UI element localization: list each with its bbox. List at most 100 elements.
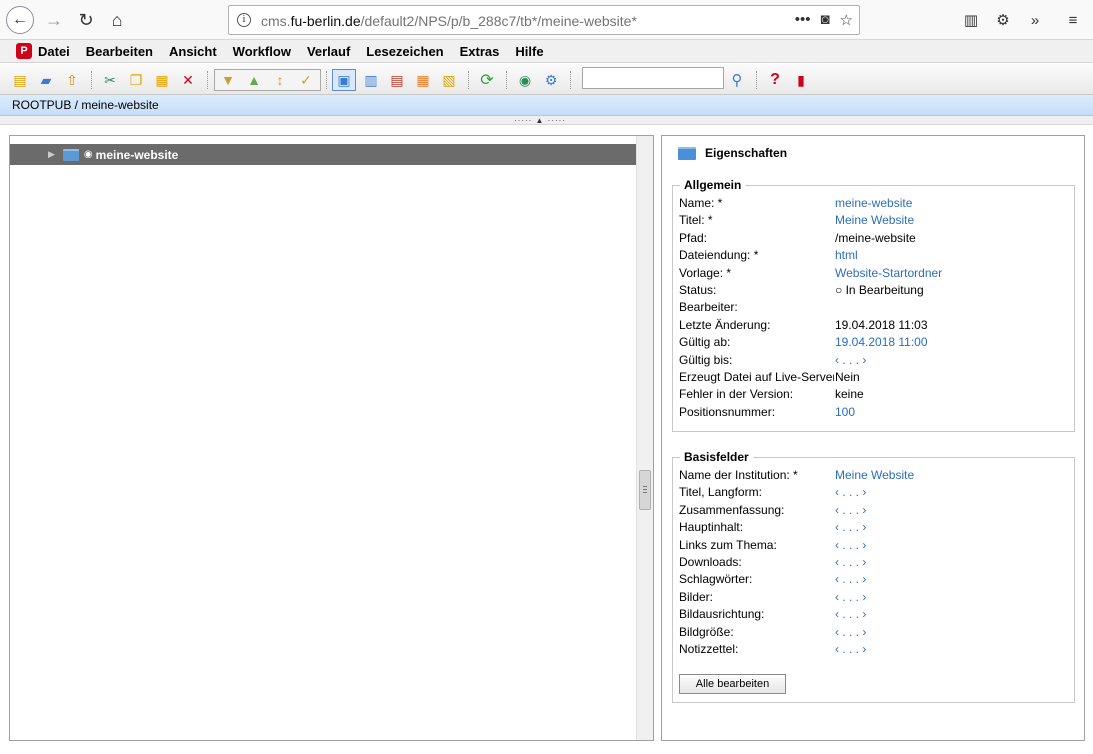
menu-extras[interactable]: Extras — [460, 44, 500, 59]
tree-item[interactable]: ▶ ◉ meine-website — [10, 144, 636, 165]
reload-icon[interactable]: ↻ — [72, 6, 100, 34]
page-actions-icon[interactable]: ••• — [795, 11, 811, 29]
property-label: Letzte Änderung: — [679, 317, 771, 332]
app-menubar: P Datei Bearbeiten Ansicht Workflow Verl… — [0, 40, 1093, 63]
pocket-icon[interactable]: ◙ — [820, 11, 829, 29]
column-view-icon[interactable]: ▥ — [362, 71, 380, 89]
property-row: Name: * meine-website — [679, 196, 1074, 213]
new-document-icon[interactable]: ▤ — [11, 71, 29, 89]
property-row: Schlagwörter: ‹ . . . › — [679, 572, 1074, 589]
copy-icon[interactable]: ❐ — [127, 71, 145, 89]
property-row: Bilder: ‹ . . . › — [679, 590, 1074, 607]
property-row: Hauptinhalt: ‹ . . . › — [679, 520, 1074, 537]
menu-bearbeiten[interactable]: Bearbeiten — [86, 44, 153, 59]
preview-eye-icon[interactable]: ◉ — [516, 71, 534, 89]
property-row: Gültig bis: ‹ . . . › — [679, 353, 1074, 370]
property-value[interactable]: ‹ . . . › — [835, 503, 866, 517]
site-info-icon[interactable]: i — [237, 13, 251, 27]
move-down-icon[interactable]: ▼ — [219, 71, 237, 89]
property-label: Bearbeiter: — [679, 300, 738, 315]
tile-view-icon[interactable]: ▦ — [414, 71, 432, 89]
property-value[interactable]: ‹ . . . › — [835, 485, 866, 499]
property-value[interactable]: ‹ . . . › — [835, 572, 866, 586]
property-value[interactable]: 19.04.2018 11:00 — [835, 335, 928, 349]
property-label: Gültig bis: — [679, 352, 733, 367]
url-text[interactable]: cms.fu-berlin.de/default2/NPS/p/b_288c7/… — [261, 13, 637, 29]
edit-all-button[interactable]: Alle bearbeiten — [679, 674, 786, 694]
home-icon[interactable]: ⌂ — [103, 6, 131, 34]
settings-gears-icon[interactable]: ⚙ — [542, 71, 560, 89]
property-row: Name der Institution: * Meine Website — [679, 468, 1074, 485]
move-up-icon[interactable]: ▲ — [245, 71, 263, 89]
property-label: Bildausrichtung: — [679, 607, 765, 622]
property-value[interactable]: ‹ . . . › — [835, 520, 866, 534]
tree-item-label: meine-website — [95, 147, 179, 162]
property-value[interactable]: ‹ . . . › — [835, 607, 866, 621]
tree-scrollbar[interactable] — [636, 136, 653, 740]
delete-icon[interactable]: ✕ — [179, 71, 197, 89]
property-label: Fehler in der Version: — [679, 387, 794, 402]
sidebar-toggle-icon[interactable]: ▥ — [960, 9, 982, 31]
upload-icon[interactable]: ⇧ — [63, 71, 81, 89]
cut-icon[interactable]: ✂ — [101, 71, 119, 89]
preview-view-icon[interactable]: ▧ — [440, 71, 458, 89]
scroll-thumb[interactable] — [639, 470, 651, 510]
hamburger-menu-icon[interactable]: ≡ — [1062, 9, 1084, 31]
property-label: Name: * — [679, 196, 723, 210]
property-value[interactable]: html — [835, 248, 858, 262]
back-arrow-icon[interactable]: ← — [6, 6, 34, 34]
menu-hilfe[interactable]: Hilfe — [515, 44, 543, 59]
property-label: Gültig ab: — [679, 335, 731, 350]
sort-icon[interactable]: ↕ — [271, 71, 289, 89]
url-bar[interactable]: i cms.fu-berlin.de/default2/NPS/p/b_288c… — [228, 5, 860, 35]
splitter-collapse-icon[interactable]: ····· ▲ ····· — [514, 116, 566, 125]
property-label: Bilder: — [679, 589, 714, 604]
property-value[interactable]: Meine Website — [835, 213, 914, 227]
property-row: Bildgröße: ‹ . . . › — [679, 625, 1074, 642]
property-row: Erzeugt Datei auf Live-Server: Nein — [679, 370, 1074, 387]
overflow-chevron-icon[interactable]: » — [1024, 9, 1046, 31]
help-icon[interactable]: ? — [766, 71, 784, 89]
property-label: Name der Institution: * — [679, 468, 798, 482]
paste-icon[interactable]: ▦ — [153, 71, 171, 89]
extension-gear-icon[interactable]: ⚙ — [992, 9, 1014, 31]
property-value[interactable]: ‹ . . . › — [835, 642, 866, 656]
breadcrumb: ROOTPUB / meine-website — [0, 95, 1093, 116]
property-value: Nein — [835, 370, 860, 384]
property-label: Status: — [679, 283, 717, 297]
property-value[interactable]: meine-website — [835, 196, 912, 210]
menu-lesezeichen[interactable]: Lesezeichen — [366, 44, 443, 59]
property-value: 19.04.2018 11:03 — [835, 317, 928, 332]
property-value[interactable]: ‹ . . . › — [835, 538, 866, 552]
search-input[interactable] — [582, 67, 724, 89]
property-label: Dateiendung: * — [679, 248, 759, 263]
property-value[interactable]: ‹ . . . › — [835, 625, 866, 639]
property-value[interactable]: Meine Website — [835, 468, 914, 482]
property-value[interactable]: ‹ . . . › — [835, 555, 866, 569]
app-logo-icon: P — [16, 43, 32, 59]
list-view-icon[interactable]: ▤ — [388, 71, 406, 89]
bookmark-star-icon[interactable]: ☆ — [840, 11, 853, 29]
property-value[interactable]: 100 — [835, 405, 855, 419]
menu-verlauf[interactable]: Verlauf — [307, 44, 350, 59]
forward-arrow-icon[interactable]: → — [40, 6, 68, 34]
release-icon[interactable]: ✓ — [297, 71, 315, 89]
refresh-icon[interactable]: ⟳ — [478, 71, 496, 89]
menu-datei[interactable]: Datei — [38, 44, 70, 59]
property-value[interactable]: ‹ . . . › — [835, 590, 866, 604]
property-value[interactable]: ‹ . . . › — [835, 353, 866, 367]
menu-ansicht[interactable]: Ansicht — [169, 44, 217, 59]
new-folder-icon[interactable]: ▰ — [37, 71, 55, 89]
property-value[interactable]: Website-Startordner — [835, 266, 942, 280]
expand-triangle-icon[interactable]: ▶ — [48, 149, 55, 160]
property-value: keine — [835, 387, 864, 402]
search-icon[interactable]: ⚲ — [728, 71, 746, 89]
menu-workflow[interactable]: Workflow — [233, 44, 291, 59]
pane-splitter[interactable]: ····· ▲ ····· — [0, 116, 1093, 125]
property-label: Notizzettel: — [679, 642, 739, 656]
logout-door-icon[interactable]: ▮ — [792, 71, 810, 89]
property-label: Pfad: — [679, 230, 708, 245]
tree-view-icon[interactable]: ▣ — [335, 71, 353, 89]
property-row: Positionsnummer: 100 — [679, 405, 1074, 422]
properties-title: Eigenschaften — [705, 146, 788, 160]
